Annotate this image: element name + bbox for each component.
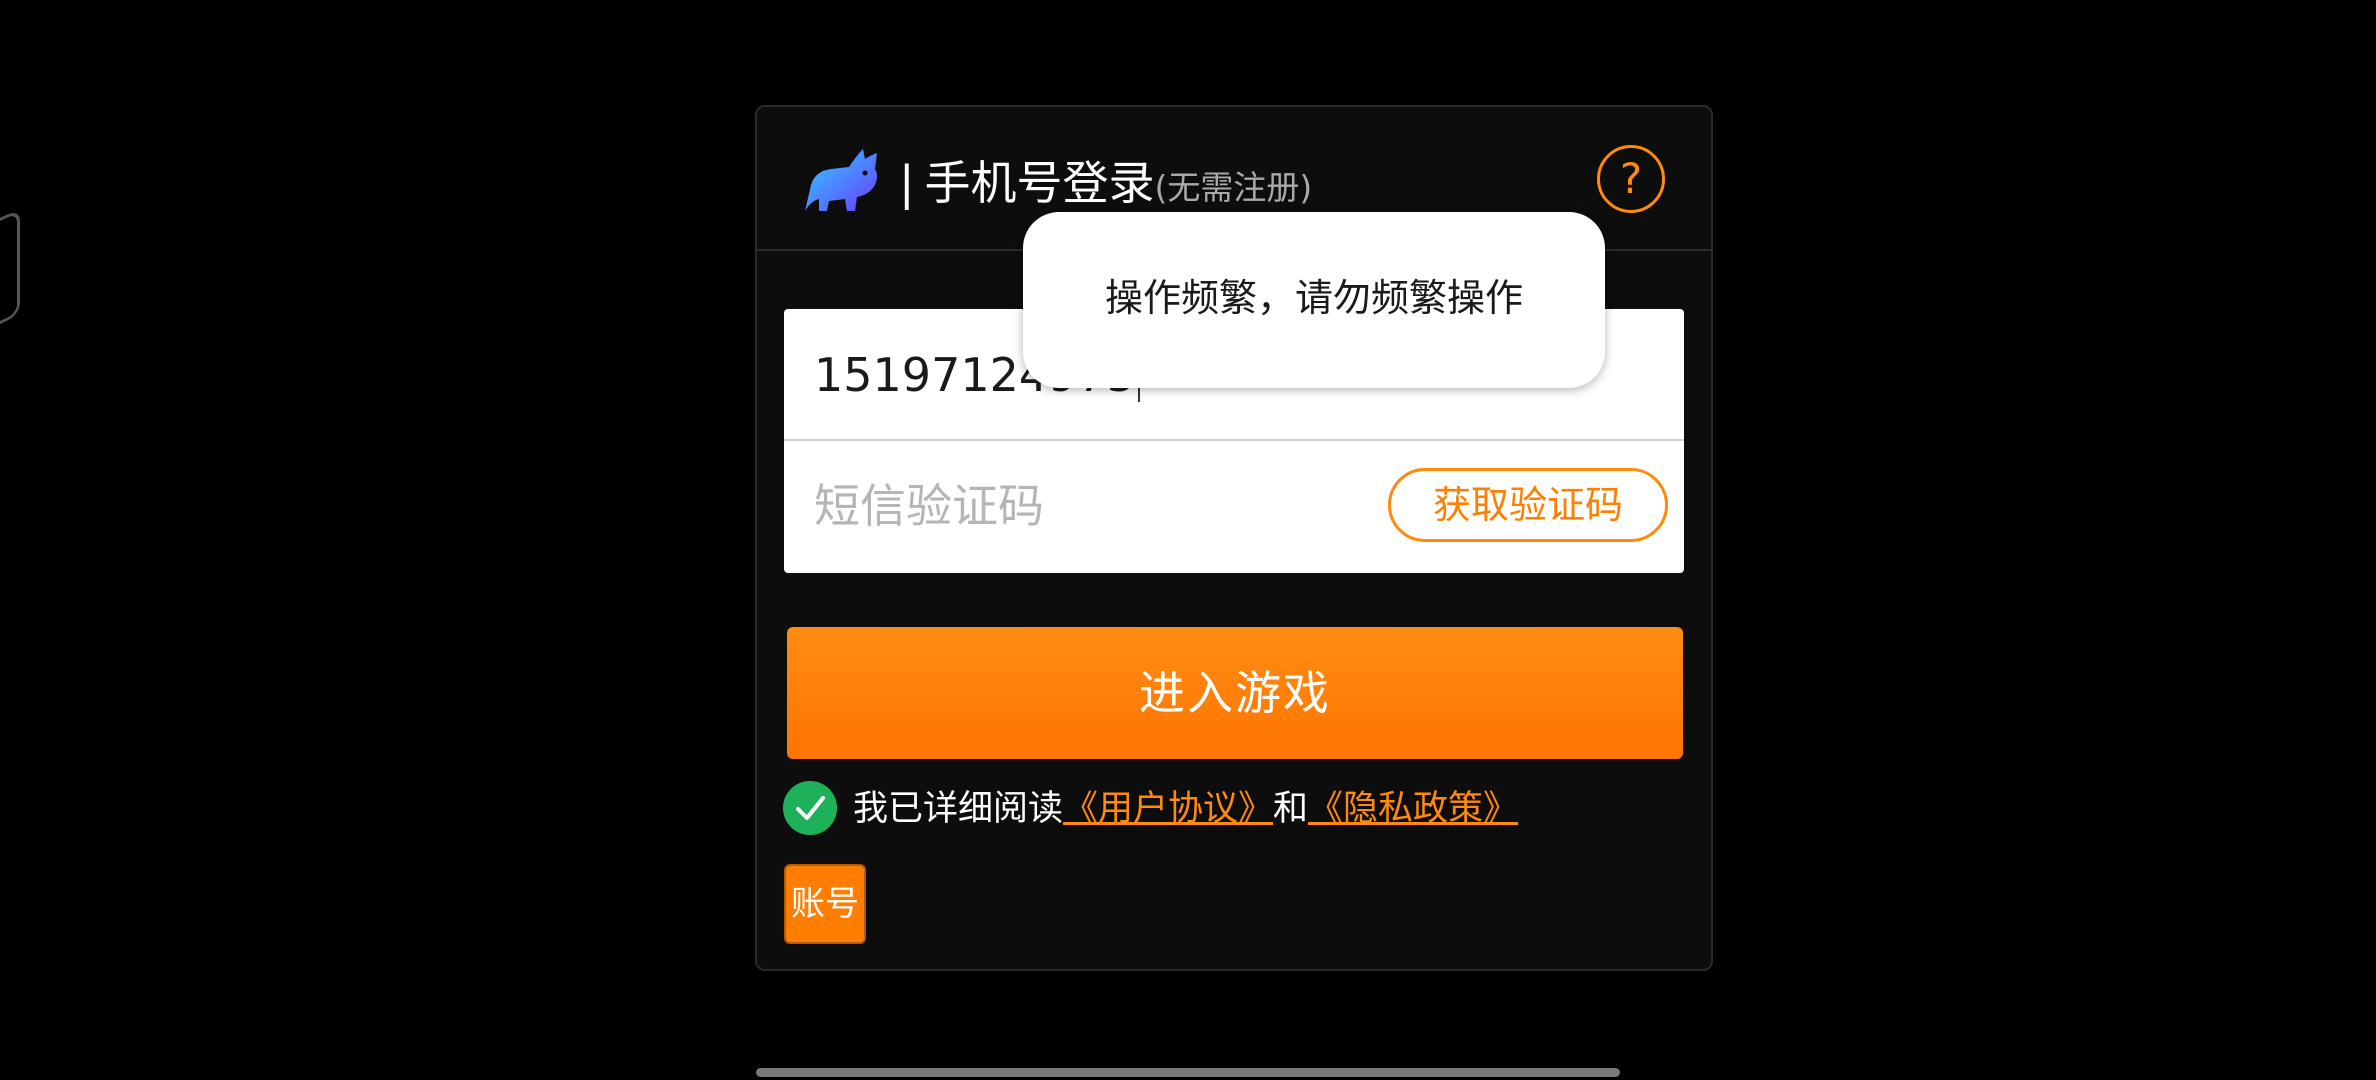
user-agreement-link[interactable]: 《用户协议》	[1063, 789, 1273, 829]
sms-code-input[interactable]	[814, 475, 1354, 537]
privacy-policy-link[interactable]: 《隐私政策》	[1308, 789, 1518, 829]
dialog-title: | 手机号登录(无需注册)	[899, 153, 1312, 218]
toast: 操作频繁，请勿频繁操作	[1023, 212, 1605, 388]
agreement-prefix: 我已详细阅读	[853, 789, 1064, 829]
title-subtitle: (无需注册)	[1154, 168, 1313, 207]
agreement-conjunction: 和	[1273, 789, 1309, 829]
home-indicator[interactable]	[756, 1068, 1620, 1077]
question-circle-icon: ?	[1619, 154, 1643, 203]
toast-message: 操作频繁，请勿频繁操作	[1104, 276, 1523, 320]
enter-game-button[interactable]: 进入游戏	[787, 627, 1683, 759]
get-code-button[interactable]: 获取验证码	[1388, 468, 1668, 542]
screen: |手机号登录(无需注册) ? 15197124975 获取验证码 进入游戏	[0, 0, 2376, 1080]
check-circle-icon[interactable]	[783, 781, 837, 835]
edge-handle[interactable]	[0, 208, 20, 334]
rhino-logo-icon	[805, 149, 877, 211]
account-login-button[interactable]: 账号	[784, 864, 866, 944]
title-separator: |	[899, 156, 915, 210]
help-button[interactable]: ?	[1597, 145, 1665, 213]
sms-code-row: 获取验证码	[784, 441, 1684, 573]
agreement-text: 我已详细阅读《用户协议》和《隐私政策》	[853, 787, 1518, 831]
title-text: 手机号登录	[924, 156, 1155, 210]
